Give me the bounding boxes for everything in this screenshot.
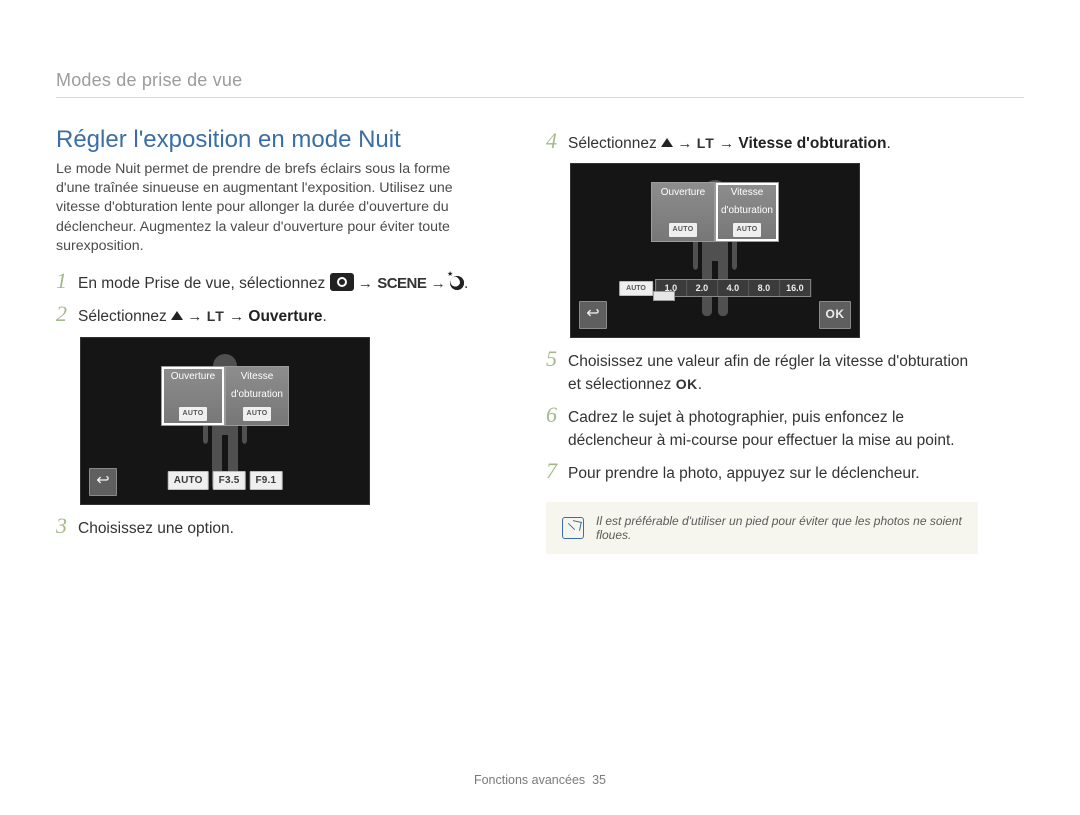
auto-badge: AUTO [243, 407, 271, 421]
tile-shutter[interactable]: Vitesse d'obturation AUTO [715, 182, 779, 242]
tile-label-l2: d'obturation [231, 389, 283, 400]
value-chip[interactable]: F3.5 [213, 471, 246, 490]
tile-pair: Ouverture AUTO Vitesse d'obturation AUTO [651, 182, 779, 242]
step-1: 1 En mode Prise de vue, sélectionnez → S… [56, 270, 488, 295]
back-button[interactable]: ↩ [89, 468, 117, 496]
tile-label-l1: Vitesse [731, 187, 764, 198]
step-body: Sélectionnez → LT → Ouverture. [78, 306, 488, 328]
step-text-pre: Sélectionnez [78, 308, 171, 325]
step-body: Sélectionnez → LT → Vitesse d'obturation… [568, 133, 978, 155]
camera-screenshot-shutter: Ouverture AUTO Vitesse d'obturation AUTO… [570, 163, 860, 338]
back-button[interactable]: ↩ [579, 301, 607, 329]
intro-paragraph: Le mode Nuit permet de prendre de brefs … [56, 160, 488, 256]
tile-label-l1: Vitesse [241, 371, 274, 382]
note-box: Il est préférable d'utiliser un pied pou… [546, 502, 978, 554]
page-footer: Fonctions avancées 35 [0, 773, 1080, 787]
arrow-icon: → [187, 308, 202, 325]
step-number: 4 [546, 130, 568, 152]
step-body: Pour prendre la photo, appuyez sur le dé… [568, 463, 978, 485]
step-4: 4 Sélectionnez → LT → Vitesse d'obturati… [546, 130, 978, 155]
scale-marker[interactable] [653, 291, 675, 301]
step-text-post: . [464, 275, 468, 292]
right-column: 4 Sélectionnez → LT → Vitesse d'obturati… [546, 126, 978, 554]
tile-label: Ouverture [171, 371, 215, 382]
scale-cell[interactable]: 4.0 [718, 280, 749, 296]
step-3: 3 Choisissez une option. [56, 515, 488, 540]
pencil-note-icon [562, 517, 584, 539]
footer-page-number: 35 [592, 773, 606, 787]
tile-aperture[interactable]: Ouverture AUTO [651, 182, 715, 242]
scale-track[interactable]: 1.0 2.0 4.0 8.0 16.0 [655, 279, 811, 297]
arrow-icon: → [677, 135, 692, 152]
note-text: Il est préférable d'utiliser un pied pou… [596, 514, 962, 542]
shutter-scale[interactable]: AUTO 1.0 2.0 4.0 8.0 16.0 [619, 279, 811, 297]
auto-badge: AUTO [733, 223, 761, 237]
left-column: Régler l'exposition en mode Nuit Le mode… [56, 126, 488, 554]
tile-label: Ouverture [661, 187, 705, 198]
step-text-post: . [322, 308, 326, 325]
step-2: 2 Sélectionnez → LT → Ouverture. [56, 303, 488, 328]
step-number: 7 [546, 460, 568, 482]
ok-icon: OK [676, 374, 698, 394]
step-body: Cadrez le sujet à photographier, puis en… [568, 407, 978, 452]
step-text-pre: Sélectionnez [568, 135, 661, 152]
scale-cell[interactable]: 8.0 [749, 280, 780, 296]
arrow-icon: → [358, 275, 373, 292]
step-5: 5 Choisissez une valeur afin de régler l… [546, 348, 978, 396]
scale-auto-chip[interactable]: AUTO [619, 281, 653, 296]
arrow-icon: → [719, 135, 734, 152]
tile-aperture[interactable]: Ouverture AUTO [161, 366, 225, 426]
step-number: 6 [546, 404, 568, 426]
camera-screenshot-aperture: Ouverture AUTO Vitesse d'obturation AUTO… [80, 337, 370, 505]
camera-icon [330, 273, 354, 291]
scene-icon: SCENE [377, 273, 426, 295]
step-text-post: . [886, 135, 890, 152]
footer-label: Fonctions avancées [474, 773, 585, 787]
page-title: Régler l'exposition en mode Nuit [56, 126, 488, 154]
aperture-values: AUTO F3.5 F9.1 [168, 471, 283, 490]
step-6: 6 Cadrez le sujet à photographier, puis … [546, 404, 978, 452]
scale-cell[interactable]: 2.0 [687, 280, 718, 296]
night-mode-icon [450, 276, 464, 290]
auto-badge: AUTO [179, 407, 207, 421]
step-label: Ouverture [248, 308, 322, 325]
scale-cell[interactable]: 16.0 [780, 280, 810, 296]
page: Modes de prise de vue Régler l'expositio… [0, 0, 1080, 815]
ok-button[interactable]: OK [819, 301, 851, 329]
step-number: 2 [56, 303, 78, 325]
value-chip[interactable]: AUTO [168, 471, 209, 490]
tile-label-l2: d'obturation [721, 205, 773, 216]
up-icon [171, 311, 183, 320]
up-icon [661, 138, 673, 147]
tile-shutter[interactable]: Vitesse d'obturation AUTO [225, 366, 289, 426]
step-body: Choisissez une option. [78, 518, 488, 540]
step-7: 7 Pour prendre la photo, appuyez sur le … [546, 460, 978, 485]
auto-badge: AUTO [669, 223, 697, 237]
step-number: 5 [546, 348, 568, 370]
step-text: Choisissez une valeur afin de régler la … [568, 353, 968, 392]
step-label: Vitesse d'obturation [738, 135, 886, 152]
arrow-icon: → [431, 275, 446, 292]
step-text-pre: En mode Prise de vue, sélectionnez [78, 275, 330, 292]
breadcrumb: Modes de prise de vue [56, 70, 1024, 98]
step-body: Choisissez une valeur afin de régler la … [568, 351, 978, 396]
arrow-icon: → [229, 308, 244, 325]
lt-icon: LT [207, 306, 225, 326]
lt-icon: LT [697, 133, 715, 153]
columns: Régler l'exposition en mode Nuit Le mode… [56, 126, 1024, 554]
value-chip[interactable]: F9.1 [249, 471, 282, 490]
tile-pair: Ouverture AUTO Vitesse d'obturation AUTO [161, 366, 289, 426]
step-number: 3 [56, 515, 78, 537]
step-number: 1 [56, 270, 78, 292]
step-body: En mode Prise de vue, sélectionnez → SCE… [78, 273, 488, 295]
